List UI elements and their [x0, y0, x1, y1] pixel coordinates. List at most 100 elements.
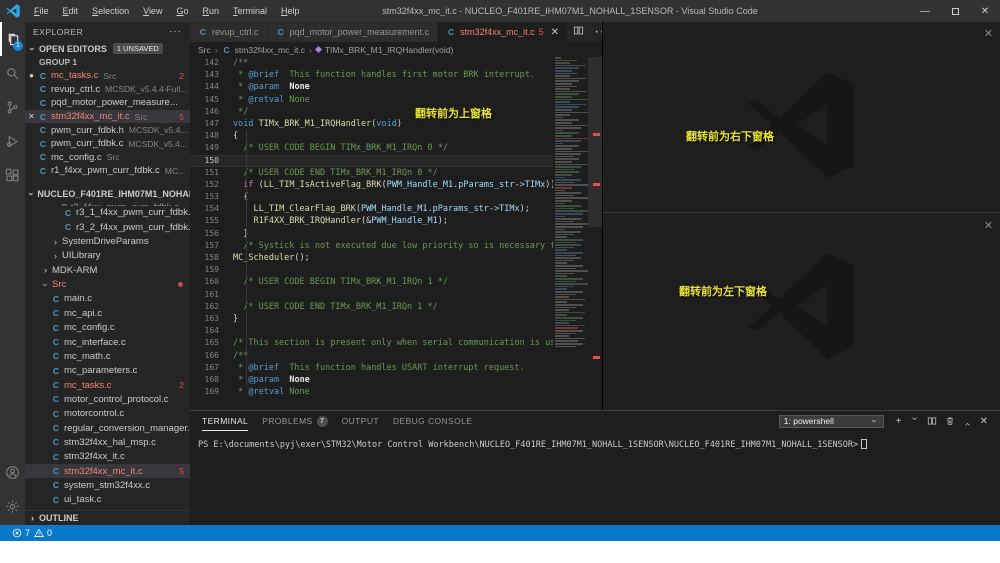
terminal-content[interactable]: PS E:\documents\pyj\exer\STM32\Motor Con…	[190, 431, 1000, 450]
menu-view[interactable]: View	[136, 6, 169, 16]
menu-run[interactable]: Run	[195, 6, 226, 16]
file-tree: Cr3_1_f4xx_pwm_curr_fdbk.cCr3_2_f4xx_pwm…	[25, 206, 190, 507]
tab-revup_ctrl.c[interactable]: Crevup_ctrl.c	[190, 22, 268, 42]
sidebar-more-actions-icon[interactable]: ···	[169, 26, 182, 37]
file-item-system_stm32f4xx.c[interactable]: Csystem_stm32f4xx.c	[25, 478, 190, 492]
folder-item-SystemDriveParams[interactable]: ›SystemDriveParams	[25, 234, 190, 248]
minimap[interactable]	[553, 57, 588, 410]
file-item-stm32f4xx_it.c[interactable]: Cstm32f4xx_it.c	[25, 450, 190, 464]
file-item-mc_config.c[interactable]: Cmc_config.c	[25, 321, 190, 335]
folder-item-MDK-ARM[interactable]: ›MDK-ARM	[25, 263, 190, 277]
file-item-r3_2_f4xx_pwm_curr_fdbk.c[interactable]: Cr3_2_f4xx_pwm_curr_fdbk.c	[25, 220, 190, 234]
annotation-bottom-right-pane: 翻转前为左下窗格	[679, 283, 767, 299]
split-editor-icon[interactable]	[573, 23, 584, 41]
menu-go[interactable]: Go	[169, 6, 195, 16]
open-editor-mc_config.c[interactable]: Cmc_config.cSrc	[25, 151, 190, 165]
file-item-stm32f4xx_hal_msp.c[interactable]: Cstm32f4xx_hal_msp.c	[25, 435, 190, 449]
code-line-142: /**	[233, 57, 553, 69]
chevron-down-icon: ›	[869, 417, 879, 426]
shell-selector[interactable]: 1: powershell ›	[779, 415, 884, 428]
annotation-top-right-pane: 翻转前为右下窗格	[686, 128, 774, 144]
menu-terminal[interactable]: Terminal	[226, 6, 274, 16]
open-editor-pwm_curr_fdbk.c[interactable]: Cpwm_curr_fdbk.cMCSDK_v5.4...	[25, 137, 190, 151]
open-editor-stm32f4xx_mc_it.c[interactable]: ✕Cstm32f4xx_mc_it.cSrc5	[25, 110, 190, 124]
panel-tab-debug-console[interactable]: DEBUG CONSOLE	[393, 411, 472, 431]
source-control-icon[interactable]	[0, 90, 25, 124]
menu-edit[interactable]: Edit	[56, 6, 86, 16]
kill-terminal-icon[interactable]	[945, 416, 955, 426]
project-folder-header[interactable]: › NUCLEO_F401RE_IHM07M1_NOHALL_1S...	[25, 187, 190, 202]
editor-group-label: GROUP 1	[25, 56, 190, 69]
file-item-motorcontrol.c[interactable]: Cmotorcontrol.c	[25, 407, 190, 421]
vscode-logo-icon	[6, 4, 20, 18]
file-item-regular_conversion_manager.c[interactable]: Cregular_conversion_manager.c	[25, 421, 190, 435]
file-item-main.c[interactable]: Cmain.c	[25, 292, 190, 306]
warning-icon	[34, 528, 44, 538]
maximize-button[interactable]	[940, 0, 970, 22]
outline-header[interactable]: › OUTLINE	[25, 510, 190, 525]
scrollbar-slider[interactable]	[588, 57, 602, 227]
file-item-mc_tasks.c[interactable]: Cmc_tasks.c2	[25, 378, 190, 392]
search-icon[interactable]	[0, 56, 25, 90]
open-editor-pqd_motor_power_measure...[interactable]: Cpqd_motor_power_measure...	[25, 96, 190, 110]
close-icon[interactable]: ✕	[984, 219, 993, 232]
menu-file[interactable]: File	[27, 6, 56, 16]
file-item-mc_interface.c[interactable]: Cmc_interface.c	[25, 335, 190, 349]
folder-item-UILibrary[interactable]: ›UILibrary	[25, 249, 190, 263]
new-terminal-icon[interactable]: +	[896, 416, 902, 427]
problems-status[interactable]: 7 0	[8, 528, 52, 538]
error-dot	[178, 282, 183, 287]
file-item-mc_math.c[interactable]: Cmc_math.c	[25, 349, 190, 363]
open-editor-mc_tasks.c[interactable]: ●Cmc_tasks.cSrc2	[25, 69, 190, 83]
panel-tab-terminal[interactable]: TERMINAL	[202, 411, 248, 431]
code-line-165: /* This section is present only when ser…	[233, 337, 553, 349]
chevron-right-icon: ›	[28, 513, 37, 523]
panel-tab-problems[interactable]: PROBLEMS7	[262, 411, 327, 431]
terminal-dropdown-icon[interactable]: ›	[909, 417, 920, 426]
code-line-156: }	[233, 228, 553, 240]
explorer-icon[interactable]: 1	[0, 22, 25, 56]
close-button[interactable]: ✕	[970, 0, 1000, 22]
folder-item-Src[interactable]: ›Src	[25, 277, 190, 291]
terminal-panel: TERMINAL PROBLEMS7 OUTPUT DEBUG CONSOLE 1: …	[190, 410, 1000, 525]
overview-ruler[interactable]	[588, 57, 602, 410]
code-line-157: /* Systick is not executed due low prior…	[233, 240, 553, 252]
editor-group-top-right[interactable]: ✕	[603, 22, 1000, 213]
tab-stm32f4xx_mc_it.c[interactable]: Cstm32f4xx_mc_it.c5✕	[438, 22, 568, 42]
file-item-motor_control_protocol.c[interactable]: Cmotor_control_protocol.c	[25, 392, 190, 406]
split-terminal-icon[interactable]	[927, 416, 937, 426]
maximize-panel-icon[interactable]: ›	[962, 417, 973, 426]
file-item-mc_api.c[interactable]: Cmc_api.c	[25, 306, 190, 320]
panel-tab-output[interactable]: OUTPUT	[342, 411, 379, 431]
close-icon[interactable]: ✕	[984, 27, 993, 40]
breadcrumb-item[interactable]: Cstm32f4xx_mc_it.c	[222, 45, 305, 55]
explorer-sidebar: EXPLORER ··· › OPEN EDITORS 1 UNSAVED GR…	[25, 22, 190, 525]
status-bar: 7 0	[0, 525, 1000, 541]
tab-close-icon[interactable]: ✕	[551, 27, 559, 38]
open-editor-r1_f4xx_pwm_curr_fdbk.c[interactable]: Cr1_f4xx_pwm_curr_fdbk.cMC...	[25, 164, 190, 178]
settings-gear-icon[interactable]	[0, 489, 25, 523]
code-editor[interactable]: 1421431441451461471481491501511521531541…	[190, 57, 602, 410]
code-line-159	[233, 264, 553, 276]
breadcrumb[interactable]: Src›Cstm32f4xx_mc_it.c›TIMx_BRK_M1_IRQHa…	[190, 42, 602, 57]
file-item-stm32f4xx_mc_it.c[interactable]: Cstm32f4xx_mc_it.c5	[25, 464, 190, 478]
file-item-ui_task.c[interactable]: Cui_task.c	[25, 493, 190, 507]
open-editors-header[interactable]: › OPEN EDITORS 1 UNSAVED	[25, 41, 190, 56]
open-editor-pwm_curr_fdbk.h[interactable]: Cpwm_curr_fdbk.hMCSDK_v5.4...	[25, 123, 190, 137]
breadcrumb-item[interactable]: TIMx_BRK_M1_IRQHandler(void)	[316, 45, 453, 55]
open-editor-revup_ctrl.c[interactable]: Crevup_ctrl.cMCSDK_v5.4.4-Full...	[25, 83, 190, 97]
run-debug-icon[interactable]	[0, 124, 25, 158]
vscode-watermark-icon	[746, 251, 856, 366]
file-item-r3_1_f4xx_pwm_curr_fdbk.c[interactable]: Cr3_1_f4xx_pwm_curr_fdbk.c	[25, 206, 190, 220]
minimize-button[interactable]: —	[910, 0, 940, 22]
code-line-163: }	[233, 313, 553, 325]
account-icon[interactable]	[0, 455, 25, 489]
breadcrumb-item[interactable]: Src	[198, 45, 211, 55]
code-line-166: /**	[233, 350, 553, 362]
tab-pqd_motor_power_measurement.c[interactable]: Cpqd_motor_power_measurement.c	[268, 22, 439, 42]
editor-group-bottom-right[interactable]: ✕	[603, 214, 1000, 410]
close-panel-icon[interactable]: ✕	[980, 416, 988, 427]
file-item-mc_parameters.c[interactable]: Cmc_parameters.c	[25, 364, 190, 378]
extensions-icon[interactable]	[0, 158, 25, 192]
menu-selection[interactable]: Selection	[85, 6, 136, 16]
